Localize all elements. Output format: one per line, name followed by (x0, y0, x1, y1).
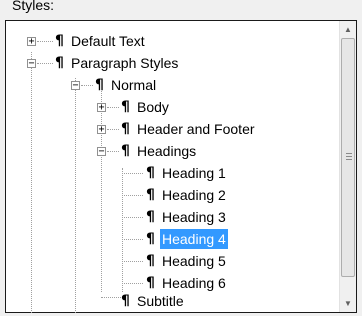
tree-item-subtitle[interactable]: Subtitle (135, 291, 186, 311)
pilcrow-icon: ¶ (146, 209, 155, 225)
tree-connector (37, 63, 53, 64)
arrow-up-icon[interactable]: ▲ (340, 21, 356, 38)
tree-connector (122, 173, 143, 174)
tree-item-headings[interactable]: Headings (135, 141, 198, 161)
styles-label: Styles: (12, 0, 55, 13)
tree-connector (122, 261, 143, 262)
tree-item-paragraph-styles[interactable]: Paragraph Styles (69, 53, 180, 73)
pilcrow-icon: ¶ (55, 33, 64, 49)
pilcrow-icon: ¶ (146, 253, 155, 269)
thumb-grip (346, 153, 352, 154)
tree-connector (122, 195, 143, 196)
tree-connector (81, 85, 93, 86)
tree-connector (101, 297, 121, 298)
thumb-grip (346, 159, 352, 160)
tree-connector (107, 107, 119, 108)
pilcrow-icon: ¶ (146, 165, 155, 181)
thumb-grip (346, 156, 352, 157)
tree-item-header-and-footer[interactable]: Header and Footer (135, 119, 257, 139)
tree-connector (122, 239, 143, 240)
scrollbar-thumb[interactable] (341, 38, 355, 277)
collapse-icon[interactable]: − (97, 147, 106, 157)
tree-item-heading-2[interactable]: Heading 2 (160, 185, 228, 205)
pilcrow-icon: ¶ (146, 187, 155, 203)
pilcrow-icon: ¶ (121, 99, 130, 115)
tree-connector (31, 52, 32, 313)
expand-icon[interactable]: + (97, 103, 106, 113)
tree-connector (122, 283, 143, 284)
vertical-scrollbar[interactable]: ▲ ▼ (339, 21, 356, 312)
styles-tree: + ¶ Default Text − ¶ Paragraph Styles − … (27, 26, 325, 313)
styles-tree-panel: + ¶ Default Text − ¶ Paragraph Styles − … (5, 20, 357, 313)
tree-item-heading-3[interactable]: Heading 3 (160, 207, 228, 227)
tree-item-body[interactable]: Body (135, 97, 171, 117)
tree-item-heading-4[interactable]: Heading 4 (160, 229, 228, 249)
expand-icon[interactable]: + (97, 125, 106, 135)
tree-item-heading-6[interactable]: Heading 6 (160, 273, 228, 293)
tree-item-normal[interactable]: Normal (109, 75, 158, 95)
collapse-icon[interactable]: − (27, 59, 36, 69)
pilcrow-icon: ¶ (121, 293, 130, 309)
tree-connector (122, 168, 123, 292)
tree-item-default-text[interactable]: Default Text (69, 31, 147, 51)
tree-connector (122, 217, 143, 218)
tree-connector (101, 91, 102, 292)
tree-item-heading-5[interactable]: Heading 5 (160, 251, 228, 271)
pilcrow-icon: ¶ (146, 231, 155, 247)
tree-connector (107, 129, 119, 130)
pilcrow-icon: ¶ (121, 143, 130, 159)
expand-icon[interactable]: + (27, 37, 36, 47)
pilcrow-icon: ¶ (95, 77, 104, 93)
tree-item-heading-1[interactable]: Heading 1 (160, 163, 228, 183)
pilcrow-icon: ¶ (55, 55, 64, 71)
tree-connector (37, 41, 53, 42)
tree-connector (107, 151, 119, 152)
collapse-icon[interactable]: − (71, 81, 80, 91)
arrow-down-icon[interactable]: ▼ (340, 295, 356, 312)
pilcrow-icon: ¶ (121, 121, 130, 137)
tree-connector (75, 78, 76, 313)
